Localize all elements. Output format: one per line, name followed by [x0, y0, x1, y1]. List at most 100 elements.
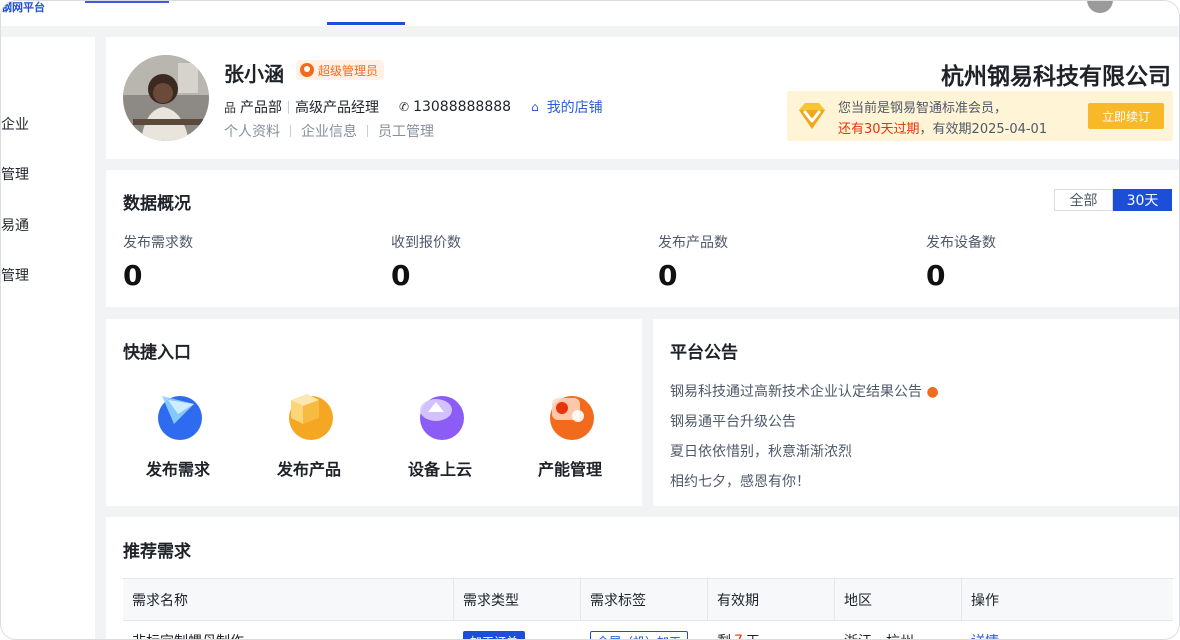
staff-management-link[interactable]: 员工管理	[378, 121, 434, 141]
column-header-type: 需求类型	[454, 579, 581, 620]
role-badge: 超级管理员	[296, 60, 385, 80]
demand-table: 需求名称 需求类型 需求标签 有效期 地区 操作 非标定制螺母制作 加工订单 金…	[123, 578, 1173, 639]
stat-demands: 发布需求数 0	[123, 232, 193, 292]
notice-item-text: 钢易科技通过高新技术企业认定结果公告	[670, 384, 922, 400]
table-row: 非标定制螺母制作 加工订单 金属（机）加工 剩 7 天 浙江 - 杭州 详情	[123, 621, 1173, 639]
demand-tag-cell: 金属（机）加工	[581, 621, 708, 639]
vip-diamond-icon	[799, 103, 825, 129]
company-info-link[interactable]: 企业信息	[301, 121, 357, 141]
quick-item-label: 产能管理	[537, 460, 602, 479]
renew-button[interactable]: 立即续订	[1088, 103, 1164, 129]
recommend-title: 推荐需求	[123, 542, 191, 562]
profile-sub-links: 个人资料 企业信息 员工管理	[224, 121, 434, 141]
avatar[interactable]	[123, 55, 209, 141]
user-icon	[300, 63, 314, 77]
quick-publish-demand[interactable]: 发布需求	[133, 384, 223, 480]
stat-value: 0	[123, 259, 143, 292]
stat-value: 0	[926, 259, 946, 292]
quick-entry-title: 快捷入口	[123, 343, 191, 363]
sidebar-item-yitong[interactable]: 易通	[1, 215, 29, 235]
user-avatar-small[interactable]	[1087, 1, 1113, 13]
toggle-all[interactable]: 全部	[1054, 189, 1113, 211]
detail-link[interactable]: 详情	[971, 631, 999, 639]
company-name: 杭州钢易科技有限公司	[941, 64, 1171, 90]
stat-products: 发布产品数 0	[658, 232, 728, 292]
region: 浙江 - 杭州	[835, 621, 962, 639]
platform-notice-card: 平台公告 钢易科技通过高新技术企业认定结果公告 ● 钢易通平台升级公告 夏日依依…	[653, 319, 1179, 506]
user-info-row: 品 产品部 高级产品经理 ✆ 13088888888 ⌂ 我的店铺	[224, 97, 603, 117]
nav-underline-decoration	[85, 1, 169, 3]
quick-item-label: 发布产品	[276, 460, 341, 479]
membership-text: 您当前是钢易智通标准会员，	[838, 101, 1008, 116]
phone-number: 13088888888	[413, 99, 512, 115]
active-nav-indicator	[327, 22, 405, 25]
role-badge-label: 超级管理员	[318, 63, 379, 78]
recommended-demands-card: 推荐需求 需求名称 需求类型 需求标签 有效期 地区 操作 非标定制螺母制作 加…	[106, 517, 1179, 639]
quick-item-label: 设备上云	[407, 460, 472, 479]
department: 产品部	[240, 100, 283, 116]
stat-label: 发布需求数	[123, 235, 193, 251]
column-header-tag: 需求标签	[581, 579, 708, 620]
divider	[290, 125, 291, 137]
stat-value: 0	[658, 259, 678, 292]
product-box-icon	[289, 394, 333, 440]
overview-title: 数据概况	[123, 194, 191, 214]
stat-equipment: 发布设备数 0	[926, 232, 996, 292]
membership-banner: 您当前是钢易智通标准会员， 还有30天过期，有效期2025-04-01 立即续订	[787, 91, 1173, 141]
hot-fire-icon: ●	[926, 384, 939, 400]
app-frame: 钢网平台 企业 管理 易通 管理 张小涵 超级管理员 品 产品部 高级产品经理 …	[0, 0, 1180, 640]
quick-entry-card: 快捷入口 发布需求 发布产品 设备上云 产能管理	[106, 319, 642, 506]
logo-text[interactable]: 钢网平台	[1, 1, 45, 15]
expiry-warning: 还有30天过期	[838, 122, 920, 137]
sidebar-item-enterprise[interactable]: 企业	[1, 114, 29, 134]
demand-type-tag: 加工订单	[463, 630, 526, 639]
quick-item-label: 发布需求	[145, 460, 210, 479]
personal-info-link[interactable]: 个人资料	[224, 121, 280, 141]
sidebar-item-management[interactable]: 管理	[1, 164, 29, 184]
cloud-upload-icon	[420, 396, 464, 440]
validity-suffix: 天	[746, 631, 760, 639]
demand-name: 非标定制螺母制作	[123, 621, 454, 639]
table-header: 需求名称 需求类型 需求标签 有效期 地区 操作	[123, 579, 1173, 621]
stat-label: 收到报价数	[391, 235, 461, 251]
column-header-name: 需求名称	[123, 579, 454, 620]
toggle-30-days[interactable]: 30天	[1113, 189, 1172, 211]
expiry-date: ，有效期2025-04-01	[919, 122, 1048, 137]
validity-prefix: 剩	[717, 631, 731, 639]
notice-item[interactable]: 钢易通平台升级公告	[670, 411, 796, 431]
membership-expiry: 还有30天过期，有效期2025-04-01	[838, 118, 1047, 137]
validity-days: 7	[734, 633, 743, 639]
notice-item[interactable]: 相约七夕，感恩有你！	[670, 471, 810, 491]
my-store-link[interactable]: 我的店铺	[547, 97, 603, 117]
quick-publish-product[interactable]: 发布产品	[264, 384, 354, 480]
validity-cell: 剩 7 天	[708, 621, 835, 639]
divider	[367, 125, 368, 137]
position: 高级产品经理	[295, 100, 380, 116]
column-header-region: 地区	[835, 579, 962, 620]
notice-item[interactable]: 钢易科技通过高新技术企业认定结果公告 ●	[670, 381, 939, 401]
detail-cell: 详情	[962, 621, 1173, 639]
capacity-icon	[550, 396, 594, 440]
org-chart-icon: 品	[224, 100, 237, 115]
column-header-validity: 有效期	[708, 579, 835, 620]
stat-label: 发布设备数	[926, 235, 996, 251]
sidebar-item-management-2[interactable]: 管理	[1, 265, 29, 285]
period-toggle: 全部 30天	[1054, 189, 1172, 211]
quick-capacity-management[interactable]: 产能管理	[525, 384, 615, 480]
divider	[288, 100, 290, 114]
demand-tag: 金属（机）加工	[590, 630, 689, 639]
user-name: 张小涵	[224, 62, 284, 86]
profile-card: 张小涵 超级管理员 品 产品部 高级产品经理 ✆ 13088888888 ⌂ 我…	[106, 37, 1179, 159]
notice-title: 平台公告	[670, 343, 738, 363]
data-overview-card: 数据概况 全部 30天 发布需求数 0 收到报价数 0 发布产品数 0 发布设备…	[106, 170, 1179, 307]
sidebar: 企业 管理 易通 管理	[1, 37, 95, 639]
send-plane-icon	[158, 396, 202, 440]
notice-item[interactable]: 夏日依依惜别，秋意渐渐浓烈	[670, 441, 852, 461]
phone-icon: ✆	[399, 100, 410, 114]
top-nav-bar: 钢网平台	[1, 1, 1179, 26]
quick-equipment-cloud[interactable]: 设备上云	[395, 384, 485, 480]
stat-label: 发布产品数	[658, 235, 728, 251]
column-header-action: 操作	[971, 592, 999, 609]
stat-value: 0	[391, 259, 411, 292]
store-icon: ⌂	[531, 100, 539, 114]
